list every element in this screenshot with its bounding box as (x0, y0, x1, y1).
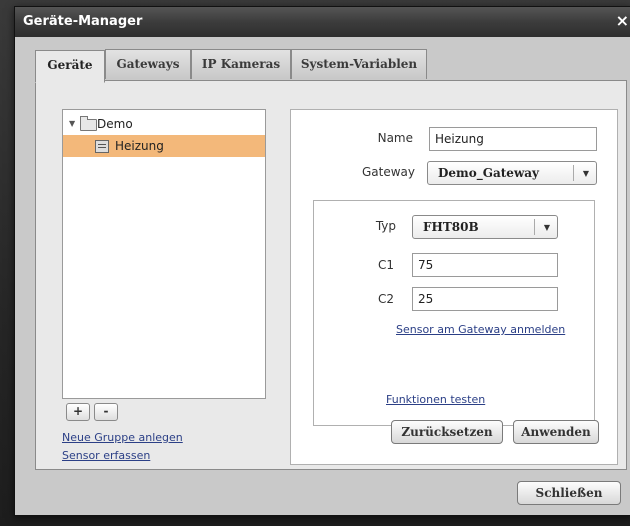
c2-label: C2 (377, 292, 394, 306)
type-select[interactable]: FHT80B ▼ (412, 215, 558, 239)
tree-item-heizung[interactable]: Heizung (63, 135, 265, 157)
apply-button[interactable]: Anwenden (513, 420, 599, 444)
tab-ip-kameras[interactable]: IP Kameras (191, 49, 291, 79)
device-tree[interactable]: ▼ Demo Heizung (62, 109, 266, 399)
tree-item-label: Demo (97, 117, 133, 131)
tab-system-variablen[interactable]: System-Variablen (291, 49, 427, 79)
close-icon[interactable]: × (616, 11, 629, 30)
new-group-link[interactable]: Neue Gruppe anlegen (62, 431, 183, 444)
name-input[interactable] (429, 127, 597, 151)
device-manager-dialog: Geräte-Manager × Geräte Gateways IP Kame… (14, 6, 630, 516)
folder-icon (80, 116, 97, 131)
title-bar: Geräte-Manager × (15, 7, 630, 37)
remove-button[interactable]: - (94, 403, 118, 421)
devices-tab-panel: ▼ Demo Heizung + - Neue Gruppe anlegen S… (35, 80, 627, 470)
gateway-select[interactable]: Demo_Gateway ▼ (427, 161, 597, 185)
sensor-register-link[interactable]: Sensor am Gateway anmelden (396, 323, 565, 336)
c1-input[interactable] (412, 253, 558, 277)
tree-item-label: Heizung (115, 139, 164, 153)
select-divider (573, 165, 574, 181)
expand-arrow-icon[interactable]: ▼ (69, 113, 75, 135)
name-label: Name (377, 131, 413, 145)
type-settings-panel: Typ FHT80B ▼ C1 C2 Sensor am Gateway anm… (313, 200, 595, 426)
tree-item-demo[interactable]: ▼ Demo (63, 113, 265, 135)
tab-geraete[interactable]: Geräte (35, 50, 105, 83)
close-dialog-button[interactable]: Schließen (517, 481, 621, 505)
device-details-panel: Name Gateway Demo_Gateway ▼ Typ FHT80B ▼… (290, 109, 618, 465)
type-select-value: FHT80B (423, 220, 479, 234)
reset-button[interactable]: Zurücksetzen (391, 420, 503, 444)
device-icon (95, 140, 109, 153)
select-divider (534, 219, 535, 235)
gateway-select-value: Demo_Gateway (438, 166, 540, 180)
register-sensor-link[interactable]: Sensor erfassen (62, 449, 150, 462)
chevron-down-icon[interactable]: ▼ (544, 216, 550, 238)
c2-input[interactable] (412, 287, 558, 311)
chevron-down-icon[interactable]: ▼ (583, 162, 589, 184)
test-functions-link[interactable]: Funktionen testen (386, 393, 485, 406)
add-button[interactable]: + (66, 403, 90, 421)
window-title: Geräte-Manager (23, 14, 143, 29)
tab-gateways[interactable]: Gateways (105, 49, 191, 79)
type-label: Typ (375, 219, 396, 233)
c1-label: C1 (377, 258, 394, 272)
gateway-label: Gateway (361, 165, 415, 179)
